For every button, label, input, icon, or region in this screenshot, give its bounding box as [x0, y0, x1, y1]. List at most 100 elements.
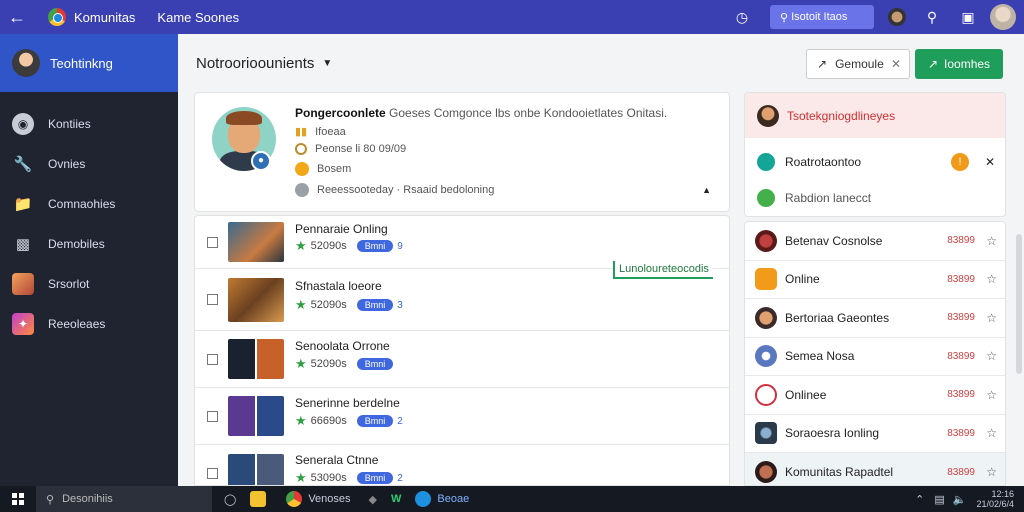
- chevron-up-icon[interactable]: ⌃: [915, 493, 924, 506]
- clock-icon[interactable]: ◷: [730, 9, 754, 26]
- tag-pill: Bmni: [356, 415, 394, 427]
- tag-pill: Bmni: [356, 240, 394, 252]
- star-icon[interactable]: ☆: [986, 388, 997, 402]
- item-name: Senerinne berdelne: [295, 396, 400, 410]
- search-button[interactable]: ⚲ Isotoit Itaos: [770, 5, 874, 29]
- panel-row[interactable]: Roatrotaontoo ! ✕: [745, 144, 1005, 180]
- sidebar-item-kontiies[interactable]: ◉ Kontiies: [0, 104, 178, 144]
- list-item[interactable]: Bertoriaa Gaeontes 83899 ☆: [745, 299, 1005, 338]
- sparkle-icon: ✦: [12, 313, 34, 335]
- close-icon[interactable]: ✕: [985, 155, 995, 169]
- taskbar-app-browser[interactable]: Venoses: [286, 491, 351, 507]
- thumbnail: [228, 277, 284, 322]
- window-icon[interactable]: ▣: [956, 9, 980, 26]
- chevron-up-icon[interactable]: ▲: [702, 185, 711, 195]
- list-item[interactable]: Online 83899 ☆: [745, 261, 1005, 299]
- back-arrow-icon[interactable]: ←: [0, 7, 34, 28]
- thumbnail: [228, 396, 284, 436]
- secondary-button[interactable]: ↗ Gemoule ✕: [806, 49, 910, 79]
- profile-row: Reeessooteday · Rsaaid bedoloning: [295, 183, 494, 197]
- star-icon[interactable]: ☆: [986, 349, 997, 363]
- gear-icon: [295, 183, 309, 197]
- chevron-down-icon[interactable]: ▼: [322, 58, 332, 69]
- page-title[interactable]: Notroorioounients: [196, 55, 314, 72]
- sidebar-item-reeoleaes[interactable]: ✦ Reeoleaes: [0, 304, 178, 344]
- item-name: Pennaraie Onling: [295, 222, 388, 236]
- item-name: Sfnastala loeore: [295, 279, 382, 293]
- taskbar-app-second[interactable]: Beoae: [415, 491, 469, 507]
- volume-icon[interactable]: 🔈: [953, 493, 967, 506]
- sidebar-item-label: Comnaohies: [48, 197, 116, 211]
- pen-icon: ↗: [817, 57, 828, 71]
- game-list: Pennaraie Onling ★ 52090s Bmni 9 Sfnastala …: [194, 215, 730, 486]
- item-name: Senerala Ctnne: [295, 453, 379, 467]
- file-explorer-icon[interactable]: [250, 491, 272, 507]
- star-icon: ★: [295, 356, 307, 371]
- taskbar: ⚲ Desonihiis ◯ Venoses ◆ W Beoae ⌃ ▤ 🔈 12…: [0, 486, 1024, 512]
- list-item[interactable]: Soraoesra Ionling 83899 ☆: [745, 415, 1005, 453]
- star-icon[interactable]: ☆: [986, 234, 997, 248]
- checkbox[interactable]: [207, 236, 218, 248]
- list-item[interactable]: Komunitas Rapadtel 83899 ☆: [745, 453, 1005, 485]
- app-icon[interactable]: W: [391, 493, 401, 505]
- thumbnail: [228, 222, 284, 262]
- checkbox[interactable]: [207, 353, 218, 365]
- tag-pill: Bmni: [356, 472, 394, 484]
- record-icon: ◉: [12, 113, 34, 135]
- primary-button[interactable]: ↗ Ioomhes: [915, 49, 1003, 79]
- avatar: [755, 422, 777, 445]
- checkbox[interactable]: [207, 468, 218, 479]
- star-icon: ★: [295, 413, 307, 428]
- list-item[interactable]: Betenav Cosnolse 83899 ☆: [745, 222, 1005, 261]
- close-icon: ✕: [890, 57, 901, 71]
- avatar: [757, 104, 779, 127]
- star-icon[interactable]: ☆: [986, 311, 997, 325]
- panel-row[interactable]: Rabdion lanecct: [745, 180, 1005, 216]
- sidebar-item-label: Srsorlot: [48, 277, 90, 291]
- checkbox[interactable]: [207, 410, 218, 422]
- tag-pill: Bmni: [356, 299, 394, 311]
- item-meta: ★ 52090s Bmni 3: [295, 297, 403, 312]
- sidebar: Teohtinkng ◉ Kontiies 🔧 Ovnies 📁 Comnaohies…: [0, 34, 178, 486]
- folder-icon: 📁: [13, 196, 33, 213]
- pen-icon: ↗: [927, 57, 939, 71]
- sidebar-header[interactable]: Teohtinkng: [0, 34, 178, 92]
- sidebar-item-label: Demobiles: [48, 237, 105, 251]
- checkbox[interactable]: [207, 294, 218, 305]
- list-item[interactable]: Onlinee 83899 ☆: [745, 376, 1005, 415]
- sidebar-item-srsorlot[interactable]: Srsorlot: [0, 264, 178, 304]
- gold-icon: [295, 162, 309, 176]
- taskbar-search[interactable]: ⚲ Desonihiis: [36, 486, 212, 512]
- item-meta: ★ 52090s Bmni: [295, 356, 397, 372]
- tag-pill: Bmni: [356, 358, 394, 370]
- avatar: [755, 229, 777, 252]
- sidebar-item-ovnies[interactable]: 🔧 Ovnies: [0, 144, 178, 184]
- start-button[interactable]: [0, 493, 36, 505]
- star-icon[interactable]: ☆: [986, 465, 997, 479]
- task-view-icon[interactable]: ◯: [224, 493, 236, 506]
- user-avatar-small[interactable]: [888, 8, 906, 26]
- app-icon[interactable]: ◆: [369, 493, 377, 506]
- search-icon[interactable]: ⚲: [920, 9, 944, 26]
- thumbnail: [228, 453, 284, 485]
- list-item[interactable]: Semea Nosa 83899 ☆: [745, 338, 1005, 376]
- profile-row: ▮▮ Ifoeaa: [295, 125, 346, 139]
- star-icon[interactable]: ☆: [986, 426, 997, 440]
- network-icon[interactable]: ▤: [934, 493, 944, 506]
- list-item[interactable]: Senerinne berdelne ★ 66690s Bmni 2: [195, 388, 729, 445]
- coin-icon: [295, 143, 307, 155]
- profile-avatar[interactable]: [990, 4, 1016, 30]
- list-item[interactable]: Senoolata Orrone ★ 52090s Bmni: [195, 331, 729, 388]
- scrollbar[interactable]: [1016, 234, 1022, 374]
- browser-logo-icon: [48, 8, 66, 26]
- browser-icon: [286, 491, 303, 507]
- heart-icon: [755, 383, 777, 406]
- sidebar-item-comnaohies[interactable]: 📁 Comnaohies: [0, 184, 178, 224]
- app-icon: [755, 268, 777, 291]
- star-icon[interactable]: ☆: [986, 272, 997, 286]
- sidebar-item-demobiles[interactable]: ▩ Demobiles: [0, 224, 178, 264]
- list-item[interactable]: Senerala Ctnne ★ 53090s Bmni 2: [195, 445, 729, 485]
- clock[interactable]: 12:16 21/02/6/4: [976, 489, 1014, 509]
- panel-header: Tsotekgniogdlineyes: [745, 93, 1005, 138]
- star-icon: ★: [295, 238, 307, 253]
